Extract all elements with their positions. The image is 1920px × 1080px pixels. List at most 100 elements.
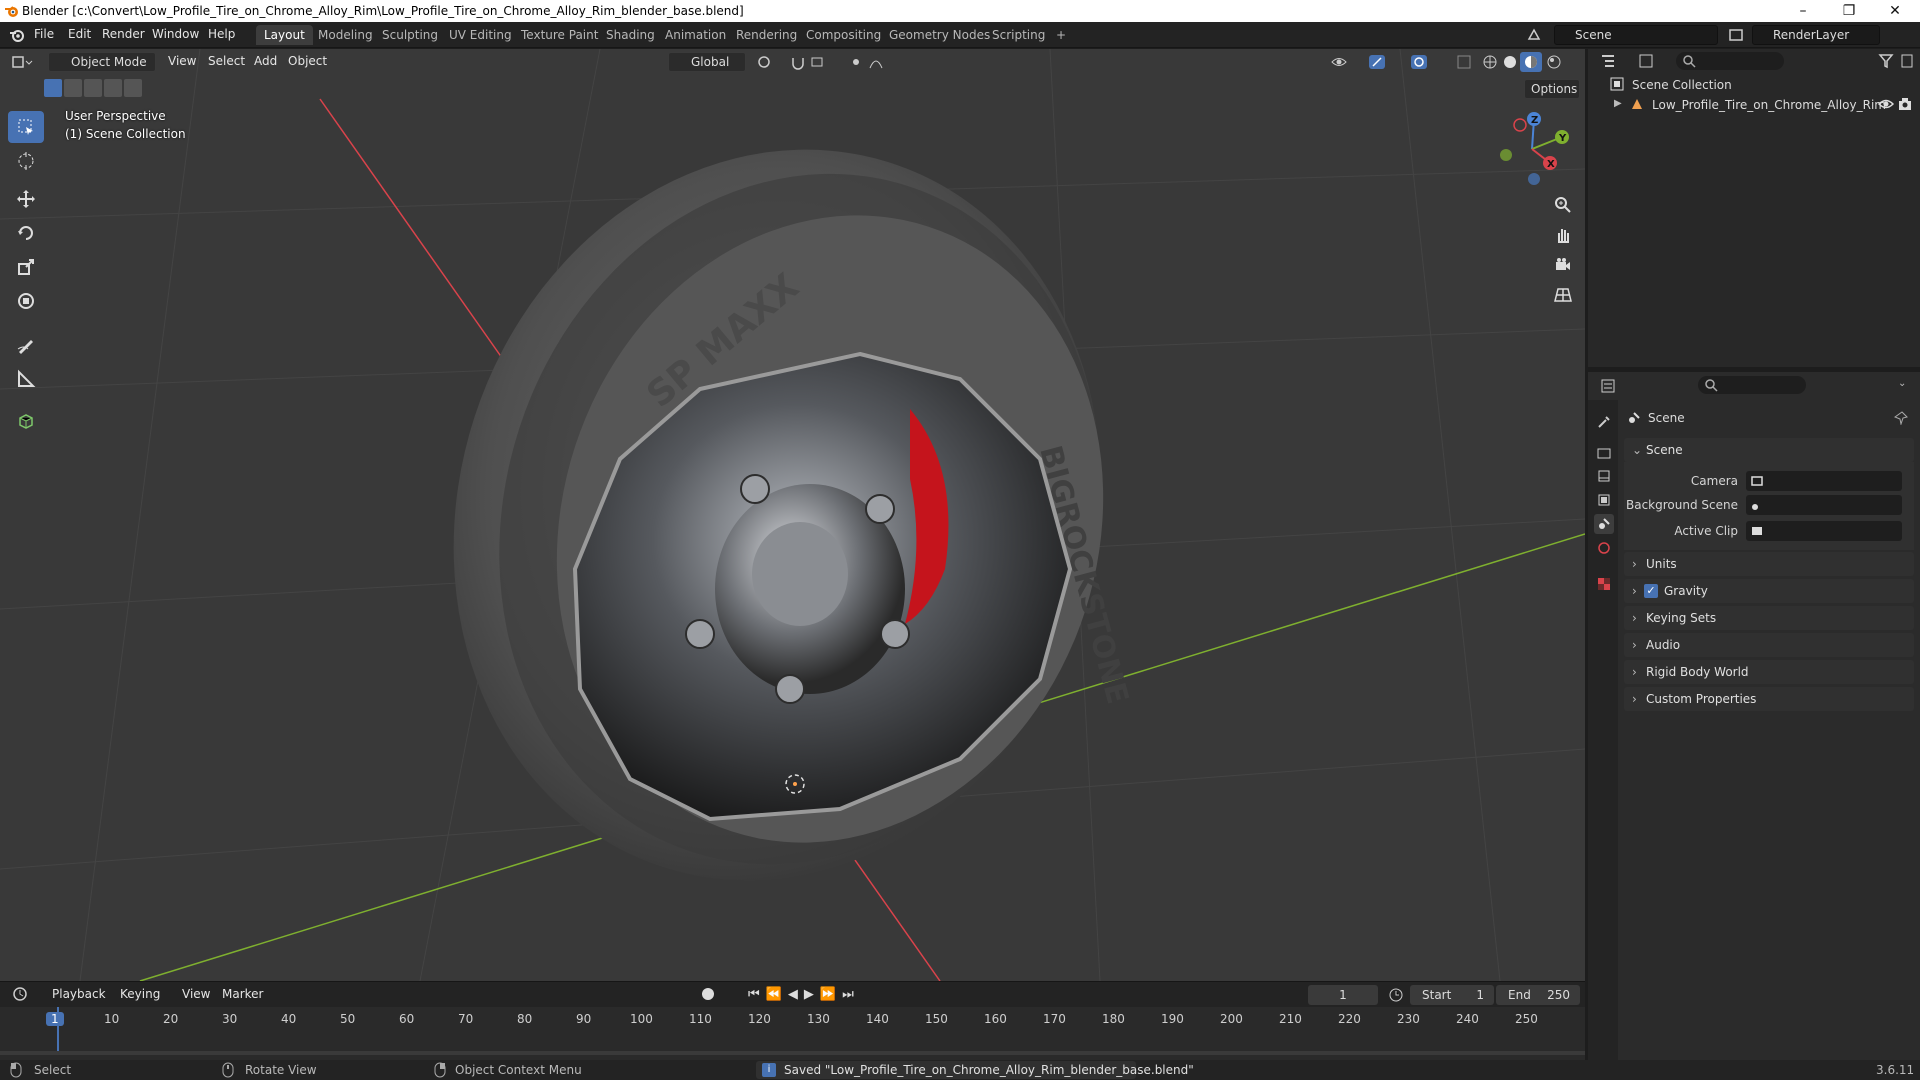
pivot-point-icon[interactable] (756, 54, 782, 73)
end-frame-field[interactable]: End 250 (1496, 985, 1580, 1005)
timeline-keying-menu[interactable]: Keying (120, 987, 160, 1001)
world-tab-icon[interactable] (1594, 538, 1614, 558)
add-workspace-button[interactable]: + (1048, 25, 1074, 45)
filter-icon[interactable] (1878, 53, 1914, 72)
3d-viewport[interactable]: BIGROCKSTONE SP MAXX Object Mode View Se… (0, 49, 1585, 981)
render-tab-icon[interactable] (1594, 442, 1614, 462)
select-extend-icon[interactable] (64, 79, 82, 97)
tab-texture-paint[interactable]: Texture Paint (513, 25, 606, 45)
tool-tab-icon[interactable] (1594, 412, 1614, 432)
rotate-tool-icon[interactable] (8, 217, 44, 249)
tab-scripting[interactable]: Scripting (984, 25, 1053, 45)
audio-panel[interactable]: › Audio (1624, 633, 1914, 657)
proportional-editing-icon[interactable] (850, 54, 890, 73)
menu-render[interactable]: Render (102, 27, 145, 41)
solid-shading-icon[interactable] (1502, 54, 1518, 73)
visibility-icon[interactable] (1330, 54, 1360, 73)
tab-shading[interactable]: Shading (598, 25, 663, 45)
menu-window[interactable]: Window (152, 27, 199, 41)
gravity-checkbox[interactable]: ✓ (1644, 584, 1658, 598)
select-subtract-icon[interactable] (84, 79, 102, 97)
texture-tab-icon[interactable] (1594, 574, 1614, 594)
menu-help[interactable]: Help (208, 27, 235, 41)
move-tool-icon[interactable] (8, 183, 44, 215)
timeline-playback-menu[interactable]: Playback (52, 987, 106, 1001)
render-layer-selector[interactable]: RenderLayer (1752, 25, 1880, 45)
outliner-editor-type-icon[interactable] (1600, 53, 1628, 72)
viewport-menu-object[interactable]: Object (288, 54, 327, 68)
options-dropdown[interactable]: Options (1524, 79, 1580, 99)
scene-selector[interactable]: Scene (1554, 25, 1718, 45)
editor-type-icon[interactable] (12, 53, 34, 74)
select-invert-icon[interactable] (104, 79, 122, 97)
navigation-gizmo[interactable]: Z Y X (1492, 109, 1572, 189)
scene-panel-header[interactable]: ⌄ Scene (1624, 438, 1914, 462)
timeline-view-menu[interactable]: View (182, 987, 210, 1001)
properties-editor-type-icon[interactable] (1600, 378, 1628, 397)
outliner-scene-collection[interactable]: Scene Collection (1632, 78, 1732, 92)
tab-rendering[interactable]: Rendering (728, 25, 805, 45)
record-button[interactable] (702, 988, 714, 1000)
snap-icon[interactable] (790, 54, 834, 73)
timeline-editor-type-icon[interactable] (12, 986, 40, 1005)
display-mode-icon[interactable] (1638, 53, 1666, 72)
output-tab-icon[interactable] (1594, 466, 1614, 486)
viewport-menu-view[interactable]: View (168, 54, 196, 68)
current-frame-field[interactable]: 1 (1308, 985, 1378, 1005)
xray-toggle-icon[interactable] (1456, 54, 1472, 73)
eye-visibility-icon[interactable] (1877, 97, 1895, 114)
tab-animation[interactable]: Animation (657, 25, 734, 45)
annotate-tool-icon[interactable] (8, 329, 44, 361)
scene-icon[interactable] (1526, 27, 1542, 46)
preview-range-icon[interactable] (1388, 987, 1404, 1006)
overlays-toggle-icon[interactable] (1410, 54, 1440, 73)
blender-menu-icon[interactable] (8, 26, 26, 47)
select-box-tool-icon[interactable] (8, 111, 44, 143)
cursor-tool-icon[interactable] (8, 145, 44, 177)
viewport-menu-add[interactable]: Add (254, 54, 277, 68)
properties-search-input[interactable] (1698, 376, 1806, 394)
menu-edit[interactable]: Edit (68, 27, 91, 41)
transform-tool-icon[interactable] (8, 285, 44, 317)
playhead-frame[interactable]: 1 (46, 1012, 64, 1026)
timeline-marker-menu[interactable]: Marker (222, 987, 263, 1001)
close-button[interactable]: ✕ (1872, 0, 1918, 22)
outliner-item[interactable]: Low_Profile_Tire_on_Chrome_Alloy_Rim (1652, 98, 1886, 112)
gizmo-toggle-icon[interactable] (1368, 54, 1398, 73)
menu-file[interactable]: File (34, 27, 54, 41)
properties-options-icon[interactable]: ⌄ (1898, 378, 1906, 389)
scale-tool-icon[interactable] (8, 251, 44, 283)
tab-compositing[interactable]: Compositing (798, 25, 889, 45)
select-intersect-icon[interactable] (124, 79, 142, 97)
material-preview-shading-icon[interactable] (1520, 52, 1542, 72)
maximize-button[interactable]: ❐ (1826, 0, 1872, 22)
scene-tab-icon[interactable] (1594, 514, 1614, 534)
background-scene-field[interactable] (1746, 495, 1902, 515)
tab-modeling[interactable]: Modeling (310, 25, 381, 45)
viewport-menu-select[interactable]: Select (208, 54, 245, 68)
tab-geometry-nodes[interactable]: Geometry Nodes (881, 25, 998, 45)
tab-layout[interactable]: Layout (256, 25, 313, 45)
minimize-button[interactable]: – (1780, 0, 1826, 22)
start-frame-field[interactable]: Start 1 (1410, 985, 1494, 1005)
tab-sculpting[interactable]: Sculpting (374, 25, 446, 45)
measure-tool-icon[interactable] (8, 363, 44, 395)
expand-arrow-icon[interactable]: ▶ (1614, 98, 1622, 109)
camera-field[interactable] (1746, 471, 1902, 491)
object-mode-dropdown[interactable]: Object Mode (48, 52, 156, 72)
tab-uv-editing[interactable]: UV Editing (441, 25, 520, 45)
zoom-icon[interactable] (1549, 191, 1577, 219)
add-cube-tool-icon[interactable] (8, 405, 44, 437)
custom-properties-panel[interactable]: › Custom Properties (1624, 687, 1914, 711)
transform-orientation-dropdown[interactable]: Global (668, 52, 746, 72)
render-layer-icon[interactable] (1728, 27, 1744, 46)
perspective-grid-icon[interactable] (1549, 281, 1577, 309)
pin-icon[interactable] (1893, 411, 1908, 428)
active-clip-field[interactable] (1746, 521, 1902, 541)
playback-controls[interactable]: ⏮⏪◀▶⏩⏭ (748, 987, 860, 1002)
render-camera-icon[interactable] (1898, 97, 1914, 114)
rendered-shading-icon[interactable] (1546, 54, 1562, 73)
timeline-scrollbar[interactable] (0, 1051, 1585, 1055)
select-new-icon[interactable] (44, 79, 62, 97)
rigid-body-world-panel[interactable]: › Rigid Body World (1624, 660, 1914, 684)
